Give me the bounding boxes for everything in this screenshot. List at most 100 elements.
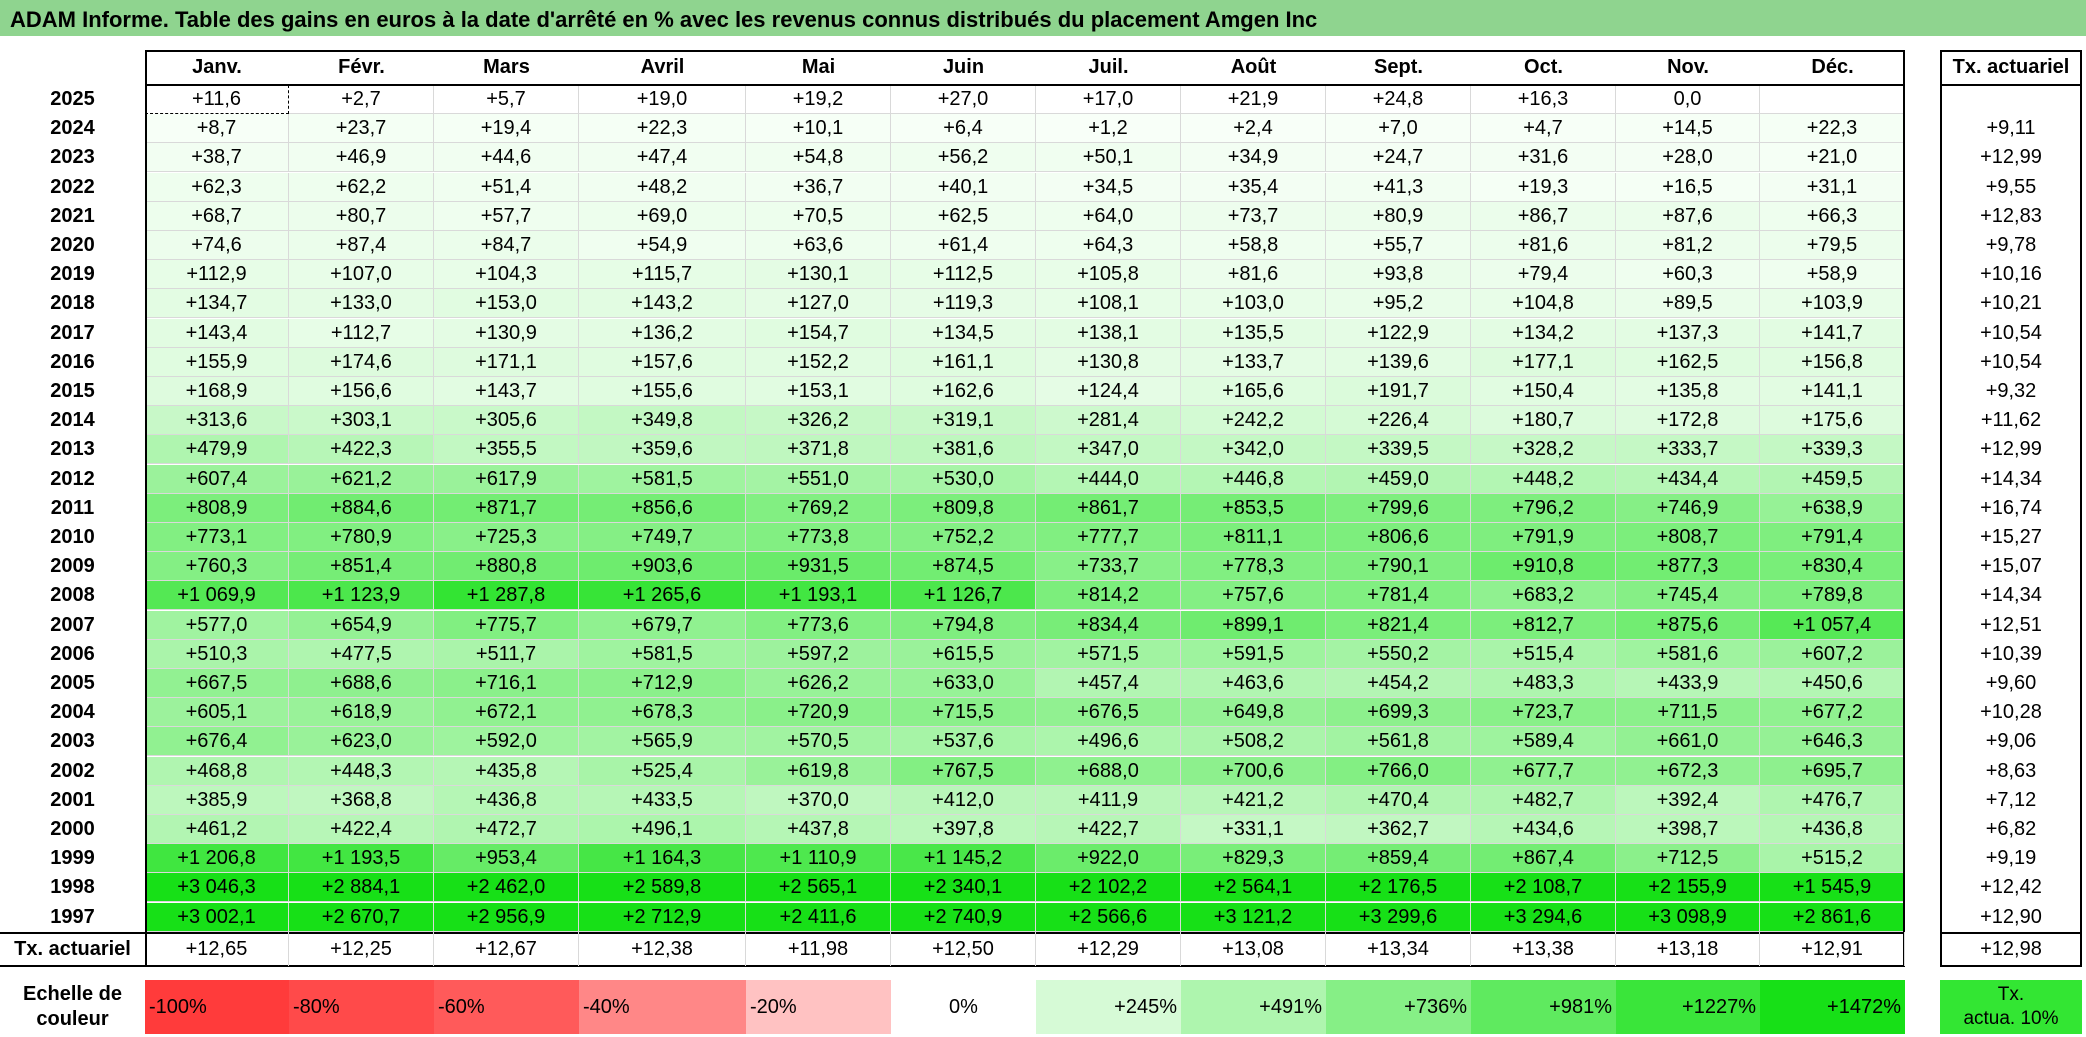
- table-cell: +3 294,6: [1471, 902, 1616, 932]
- table-cell: +141,1: [1760, 377, 1905, 406]
- table-cell: +112,7: [289, 318, 434, 348]
- table-cell: +773,1: [145, 523, 289, 552]
- table-cell: +303,1: [289, 406, 434, 436]
- table-cell: +821,4: [1326, 610, 1471, 640]
- table-cell: +677,2: [1760, 698, 1905, 728]
- table-cell: +331,1: [1181, 815, 1326, 844]
- actuarial-rate: +10,21: [1980, 292, 2042, 315]
- year-label: 2021: [50, 204, 95, 227]
- actuarial-rate: +10,28: [1980, 701, 2042, 724]
- table-cell: +328,2: [1471, 435, 1616, 465]
- year-label: 2008: [50, 584, 95, 607]
- year-label: 2000: [50, 818, 95, 840]
- month-header: Oct.: [1524, 56, 1563, 78]
- table-cell: +806,6: [1326, 523, 1471, 552]
- actuarial-rate: +7,12: [1985, 788, 2037, 811]
- table-cell: +162,6: [891, 377, 1036, 406]
- table-cell: +107,0: [289, 260, 434, 290]
- table-cell: +461,2: [145, 815, 289, 844]
- table-cell: +723,7: [1471, 698, 1616, 728]
- table-cell: +40,1: [891, 172, 1036, 202]
- year-label: 2016: [50, 350, 95, 373]
- table-cell: +711,5: [1616, 698, 1760, 728]
- table-cell: +16,3: [1471, 85, 1616, 114]
- actuarial-rate: +8,63: [1985, 759, 2037, 782]
- table-cell: +2 462,0: [434, 873, 579, 903]
- month-header: Févr.: [338, 56, 385, 78]
- table-cell: +2 670,7: [289, 902, 434, 932]
- scale-swatch: -60%: [434, 980, 579, 1034]
- table-cell: +34,9: [1181, 143, 1326, 173]
- table-cell: +592,0: [434, 727, 579, 757]
- table-cell: +16,5: [1616, 172, 1760, 202]
- year-label: 2022: [50, 175, 95, 198]
- table-cell: +19,2: [746, 85, 891, 114]
- year-label: 2003: [50, 730, 95, 753]
- table-cell: +773,8: [746, 523, 891, 552]
- table-cell: +2,4: [1181, 114, 1326, 144]
- table-cell: +434,4: [1616, 464, 1760, 494]
- table-cell: +654,9: [289, 610, 434, 640]
- table-cell: +2 956,9: [434, 902, 579, 932]
- table-cell: +370,0: [746, 785, 891, 815]
- table-cell: +153,1: [746, 377, 891, 406]
- table-cell: +23,7: [289, 114, 434, 144]
- table-cell: +133,7: [1181, 347, 1326, 377]
- year-label: 2023: [50, 146, 95, 169]
- table-cell: +143,7: [434, 377, 579, 406]
- table-cell: +830,4: [1760, 552, 1905, 582]
- year-label: 2013: [50, 438, 95, 461]
- table-cell: +715,5: [891, 698, 1036, 728]
- table-cell: +672,1: [434, 698, 579, 728]
- footer-value: +13,08: [1181, 932, 1326, 966]
- scale-label: Echelle de couleur: [0, 980, 145, 1034]
- table-cell: +2 155,9: [1616, 873, 1760, 903]
- table-cell: +80,9: [1326, 201, 1471, 231]
- table-cell: +177,1: [1471, 347, 1616, 377]
- table-cell: +2 565,1: [746, 873, 891, 903]
- scale-swatch: +736%: [1326, 980, 1471, 1034]
- table-cell: +359,6: [579, 435, 746, 465]
- table-cell: +21,0: [1760, 143, 1905, 173]
- table-cell: +2,7: [289, 85, 434, 114]
- table-cell: +871,7: [434, 493, 579, 523]
- table-cell: +2 108,7: [1471, 873, 1616, 903]
- table-cell: +69,0: [579, 201, 746, 231]
- table-cell: +112,5: [891, 260, 1036, 290]
- table-cell: +64,0: [1036, 201, 1181, 231]
- scale-act-line1: Tx.: [1997, 984, 2025, 1005]
- table-cell: +392,4: [1616, 785, 1760, 815]
- table-cell: +789,8: [1760, 581, 1905, 611]
- scale-swatch: +245%: [1036, 980, 1181, 1034]
- actuarial-rate: +16,74: [1980, 496, 2042, 519]
- table-cell: +62,2: [289, 172, 434, 202]
- footer-value: +13,34: [1326, 932, 1471, 966]
- year-label: 2002: [50, 759, 95, 782]
- table-cell: +767,5: [891, 756, 1036, 786]
- table-cell: +472,7: [434, 815, 579, 844]
- table-cell: +2 740,9: [891, 902, 1036, 932]
- table-cell: +591,5: [1181, 639, 1326, 669]
- table-cell: +152,2: [746, 347, 891, 377]
- table-cell: +141,7: [1760, 318, 1905, 348]
- year-label: 2018: [50, 292, 95, 315]
- actuarial-rate: +12,51: [1980, 613, 2042, 636]
- table-cell: +8,7: [145, 114, 289, 144]
- table-cell: +746,9: [1616, 493, 1760, 523]
- table-cell: +143,4: [145, 318, 289, 348]
- table-cell: +1 069,9: [145, 581, 289, 611]
- table-cell: +633,0: [891, 669, 1036, 698]
- scale-swatch: -40%: [579, 980, 746, 1034]
- table-cell: +48,2: [579, 172, 746, 202]
- table-cell: +607,2: [1760, 639, 1905, 669]
- table-cell: +5,7: [434, 85, 579, 114]
- actuarial-rate: +10,39: [1980, 642, 2042, 665]
- table-cell: +60,3: [1616, 260, 1760, 290]
- table-cell: +667,5: [145, 669, 289, 698]
- table-cell: +570,5: [746, 727, 891, 757]
- table-cell: +2 176,5: [1326, 873, 1471, 903]
- actuarial-rate: +9,55: [1985, 175, 2037, 198]
- actuarial-rate: +9,19: [1985, 847, 2037, 870]
- table-cell: +66,3: [1760, 201, 1905, 231]
- actuarial-rate: [1940, 85, 2082, 114]
